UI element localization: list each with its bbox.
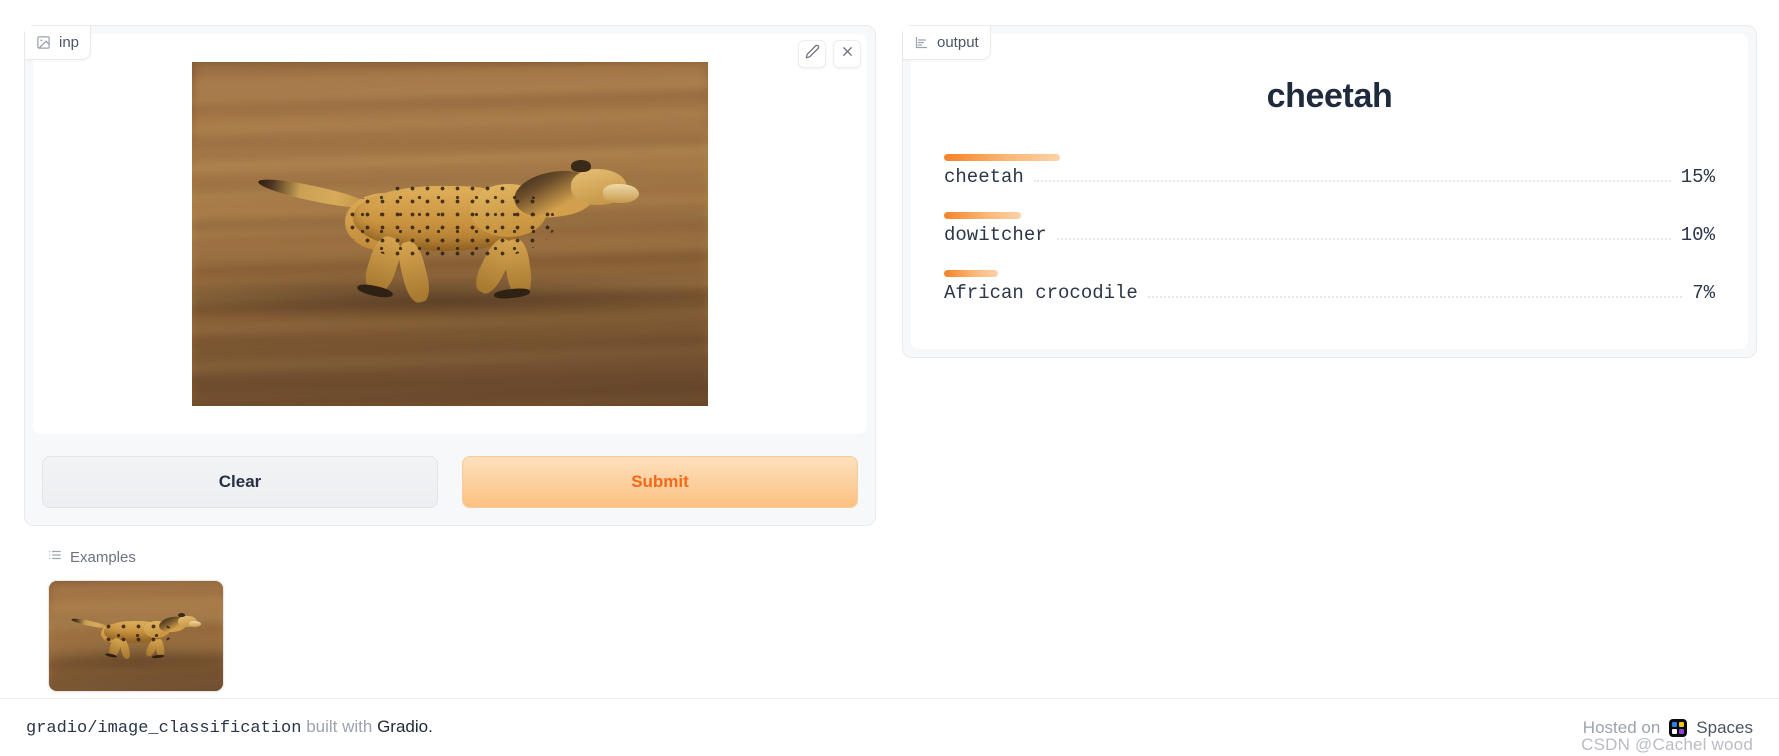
input-panel: inp Clear Submit xyxy=(24,25,876,526)
confidence-line: African crocodile 7% xyxy=(944,282,1715,314)
confidence-label: dowitcher xyxy=(944,224,1047,246)
examples-section: Examples xyxy=(24,526,876,692)
confidence-value: 7% xyxy=(1692,282,1715,304)
image-stage xyxy=(42,43,858,425)
confidence-list: cheetah 15% dowitcher 10% African crocod… xyxy=(944,144,1715,314)
dotted-leader xyxy=(1056,238,1671,240)
label-bars-icon xyxy=(914,35,929,50)
image-preview-area[interactable] xyxy=(33,34,867,434)
confidence-value: 10% xyxy=(1680,224,1715,246)
gradio-app: inp Clear Submit Examples output cheetah… xyxy=(0,0,1779,756)
clear-button[interactable]: Clear xyxy=(42,456,438,508)
main-columns: inp Clear Submit Examples output cheetah… xyxy=(0,0,1779,692)
submit-button[interactable]: Submit xyxy=(462,456,858,508)
top-prediction-title: cheetah xyxy=(1266,77,1393,115)
confidence-bar xyxy=(944,212,1022,219)
gradio-link[interactable]: Gradio xyxy=(377,717,428,736)
cheetah-subject xyxy=(68,612,205,668)
example-item-0[interactable] xyxy=(48,580,224,692)
example-thumbnail-image xyxy=(49,581,223,691)
output-block-label: output xyxy=(903,26,991,60)
list-icon xyxy=(48,548,62,566)
confidence-label: cheetah xyxy=(944,166,1024,188)
input-column: inp Clear Submit Examples xyxy=(24,25,876,692)
confidence-bar xyxy=(944,154,1060,161)
close-icon xyxy=(840,44,855,64)
output-block-label-text: output xyxy=(937,34,979,51)
confidence-bar xyxy=(944,270,998,277)
built-with-text: built with xyxy=(306,717,373,736)
confidence-row-0[interactable]: cheetah 15% xyxy=(944,144,1715,198)
cheetah-subject xyxy=(249,158,651,330)
confidence-line: cheetah 15% xyxy=(944,166,1715,198)
dotted-leader xyxy=(1033,180,1671,182)
image-icon xyxy=(36,35,51,50)
confidence-line: dowitcher 10% xyxy=(944,224,1715,256)
confidence-label: African crocodile xyxy=(944,282,1138,304)
footer-period: . xyxy=(428,717,433,736)
pencil-icon xyxy=(805,44,820,64)
footer: gradio/image_classification built with G… xyxy=(0,698,1779,756)
image-action-buttons xyxy=(798,40,861,68)
watermark: CSDN @Cachel wood xyxy=(1581,735,1753,754)
label-output-area: cheetah cheetah 15% dowitcher 10% Africa… xyxy=(911,34,1748,349)
dotted-leader xyxy=(1147,296,1683,298)
edit-image-button[interactable] xyxy=(798,40,826,68)
confidence-value: 15% xyxy=(1680,166,1715,188)
confidence-row-1[interactable]: dowitcher 10% xyxy=(944,202,1715,256)
clear-image-button[interactable] xyxy=(833,40,861,68)
output-column: output cheetah cheetah 15% dowitcher 10%… xyxy=(902,25,1757,358)
input-block-label-text: inp xyxy=(59,34,80,51)
label-output-inner: cheetah cheetah 15% dowitcher 10% Africa… xyxy=(920,43,1739,340)
examples-heading-text: Examples xyxy=(70,548,136,566)
input-image xyxy=(192,62,708,406)
footer-credit: gradio/image_classification built with G… xyxy=(26,717,433,738)
output-panel: output cheetah cheetah 15% dowitcher 10%… xyxy=(902,25,1757,358)
space-name: gradio/image_classification xyxy=(26,719,302,738)
input-block-label: inp xyxy=(25,26,92,60)
examples-header: Examples xyxy=(48,548,852,566)
action-buttons-row: Clear Submit xyxy=(33,434,867,517)
confidence-row-2[interactable]: African crocodile 7% xyxy=(944,260,1715,314)
spaces-icon xyxy=(1669,718,1688,737)
